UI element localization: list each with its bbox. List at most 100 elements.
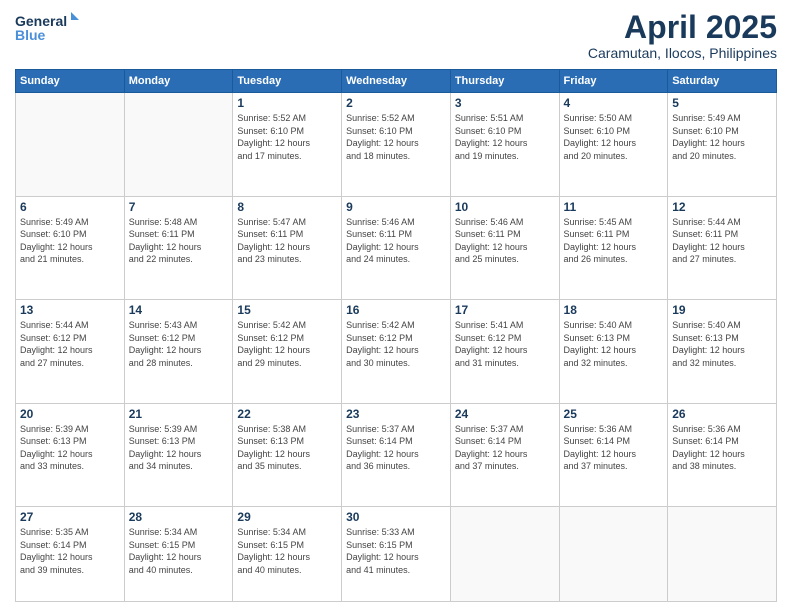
col-header-tuesday: Tuesday bbox=[233, 70, 342, 93]
day-number: 24 bbox=[455, 407, 555, 421]
col-header-sunday: Sunday bbox=[16, 70, 125, 93]
day-detail: Sunrise: 5:36 AM Sunset: 6:14 PM Dayligh… bbox=[564, 423, 664, 473]
calendar-cell: 16 Sunrise: 5:42 AM Sunset: 6:12 PM Dayli… bbox=[342, 300, 451, 403]
day-detail: Sunrise: 5:39 AM Sunset: 6:13 PM Dayligh… bbox=[129, 423, 229, 473]
calendar-cell: 21 Sunrise: 5:39 AM Sunset: 6:13 PM Dayli… bbox=[124, 403, 233, 506]
day-number: 30 bbox=[346, 510, 446, 524]
col-header-wednesday: Wednesday bbox=[342, 70, 451, 93]
calendar-cell: 27 Sunrise: 5:35 AM Sunset: 6:14 PM Dayli… bbox=[16, 507, 125, 602]
day-detail: Sunrise: 5:35 AM Sunset: 6:14 PM Dayligh… bbox=[20, 526, 120, 576]
calendar-cell bbox=[559, 507, 668, 602]
day-detail: Sunrise: 5:40 AM Sunset: 6:13 PM Dayligh… bbox=[564, 319, 664, 369]
location: Caramutan, Ilocos, Philippines bbox=[588, 45, 777, 61]
day-number: 2 bbox=[346, 96, 446, 110]
day-number: 6 bbox=[20, 200, 120, 214]
day-number: 19 bbox=[672, 303, 772, 317]
calendar-cell: 30 Sunrise: 5:33 AM Sunset: 6:15 PM Dayli… bbox=[342, 507, 451, 602]
calendar-cell: 3 Sunrise: 5:51 AM Sunset: 6:10 PM Daylig… bbox=[450, 93, 559, 196]
day-number: 5 bbox=[672, 96, 772, 110]
day-detail: Sunrise: 5:49 AM Sunset: 6:10 PM Dayligh… bbox=[672, 112, 772, 162]
day-detail: Sunrise: 5:51 AM Sunset: 6:10 PM Dayligh… bbox=[455, 112, 555, 162]
day-detail: Sunrise: 5:37 AM Sunset: 6:14 PM Dayligh… bbox=[346, 423, 446, 473]
day-detail: Sunrise: 5:40 AM Sunset: 6:13 PM Dayligh… bbox=[672, 319, 772, 369]
col-header-thursday: Thursday bbox=[450, 70, 559, 93]
calendar-cell: 7Sunrise: 5:48 AM Sunset: 6:11 PM Daylig… bbox=[124, 196, 233, 299]
day-detail: Sunrise: 5:37 AM Sunset: 6:14 PM Dayligh… bbox=[455, 423, 555, 473]
logo: GeneralBlue bbox=[15, 10, 80, 48]
day-number: 8 bbox=[237, 200, 337, 214]
calendar-cell bbox=[124, 93, 233, 196]
day-detail: Sunrise: 5:44 AM Sunset: 6:12 PM Dayligh… bbox=[20, 319, 120, 369]
day-number: 13 bbox=[20, 303, 120, 317]
day-detail: Sunrise: 5:42 AM Sunset: 6:12 PM Dayligh… bbox=[237, 319, 337, 369]
calendar-cell: 11 Sunrise: 5:45 AM Sunset: 6:11 PM Dayli… bbox=[559, 196, 668, 299]
day-detail: Sunrise: 5:52 AM Sunset: 6:10 PM Dayligh… bbox=[346, 112, 446, 162]
calendar-cell: 22 Sunrise: 5:38 AM Sunset: 6:13 PM Dayli… bbox=[233, 403, 342, 506]
day-number: 29 bbox=[237, 510, 337, 524]
day-number: 7 bbox=[129, 200, 229, 214]
calendar-cell: 6 Sunrise: 5:49 AM Sunset: 6:10 PM Daylig… bbox=[16, 196, 125, 299]
day-detail: Sunrise: 5:43 AM Sunset: 6:12 PM Dayligh… bbox=[129, 319, 229, 369]
day-detail: Sunrise: 5:46 AM Sunset: 6:11 PM Dayligh… bbox=[455, 216, 555, 266]
col-header-friday: Friday bbox=[559, 70, 668, 93]
day-number: 4 bbox=[564, 96, 664, 110]
day-detail: Sunrise: 5:44 AM Sunset: 6:11 PM Dayligh… bbox=[672, 216, 772, 266]
col-header-saturday: Saturday bbox=[668, 70, 777, 93]
calendar-table: SundayMondayTuesdayWednesdayThursdayFrid… bbox=[15, 69, 777, 602]
calendar-cell: 24 Sunrise: 5:37 AM Sunset: 6:14 PM Dayli… bbox=[450, 403, 559, 506]
logo-svg: GeneralBlue bbox=[15, 10, 80, 48]
day-number: 18 bbox=[564, 303, 664, 317]
day-number: 10 bbox=[455, 200, 555, 214]
calendar-cell bbox=[668, 507, 777, 602]
page: GeneralBlue April 2025 Caramutan, Ilocos… bbox=[0, 0, 792, 612]
calendar-cell: 5 Sunrise: 5:49 AM Sunset: 6:10 PM Daylig… bbox=[668, 93, 777, 196]
day-number: 16 bbox=[346, 303, 446, 317]
day-number: 9 bbox=[346, 200, 446, 214]
day-detail: Sunrise: 5:36 AM Sunset: 6:14 PM Dayligh… bbox=[672, 423, 772, 473]
calendar-cell: 19 Sunrise: 5:40 AM Sunset: 6:13 PM Dayli… bbox=[668, 300, 777, 403]
svg-text:Blue: Blue bbox=[15, 27, 46, 43]
day-number: 11 bbox=[564, 200, 664, 214]
day-number: 21 bbox=[129, 407, 229, 421]
day-detail: Sunrise: 5:50 AM Sunset: 6:10 PM Dayligh… bbox=[564, 112, 664, 162]
day-detail: Sunrise: 5:34 AM Sunset: 6:15 PM Dayligh… bbox=[129, 526, 229, 576]
calendar-cell: 25Sunrise: 5:36 AM Sunset: 6:14 PM Dayli… bbox=[559, 403, 668, 506]
calendar-cell: 26 Sunrise: 5:36 AM Sunset: 6:14 PM Dayli… bbox=[668, 403, 777, 506]
day-number: 1 bbox=[237, 96, 337, 110]
calendar-cell: 14 Sunrise: 5:43 AM Sunset: 6:12 PM Dayli… bbox=[124, 300, 233, 403]
calendar-cell: 13 Sunrise: 5:44 AM Sunset: 6:12 PM Dayli… bbox=[16, 300, 125, 403]
day-detail: Sunrise: 5:45 AM Sunset: 6:11 PM Dayligh… bbox=[564, 216, 664, 266]
day-detail: Sunrise: 5:38 AM Sunset: 6:13 PM Dayligh… bbox=[237, 423, 337, 473]
calendar-cell: 17 Sunrise: 5:41 AM Sunset: 6:12 PM Dayli… bbox=[450, 300, 559, 403]
calendar-cell: 23Sunrise: 5:37 AM Sunset: 6:14 PM Dayli… bbox=[342, 403, 451, 506]
day-detail: Sunrise: 5:49 AM Sunset: 6:10 PM Dayligh… bbox=[20, 216, 120, 266]
day-number: 28 bbox=[129, 510, 229, 524]
day-number: 26 bbox=[672, 407, 772, 421]
day-detail: Sunrise: 5:33 AM Sunset: 6:15 PM Dayligh… bbox=[346, 526, 446, 576]
calendar-cell: 2 Sunrise: 5:52 AM Sunset: 6:10 PM Daylig… bbox=[342, 93, 451, 196]
day-detail: Sunrise: 5:34 AM Sunset: 6:15 PM Dayligh… bbox=[237, 526, 337, 576]
calendar-cell: 29 Sunrise: 5:34 AM Sunset: 6:15 PM Dayli… bbox=[233, 507, 342, 602]
day-detail: Sunrise: 5:42 AM Sunset: 6:12 PM Dayligh… bbox=[346, 319, 446, 369]
day-detail: Sunrise: 5:46 AM Sunset: 6:11 PM Dayligh… bbox=[346, 216, 446, 266]
day-number: 22 bbox=[237, 407, 337, 421]
day-number: 3 bbox=[455, 96, 555, 110]
day-number: 17 bbox=[455, 303, 555, 317]
calendar-cell: 12 Sunrise: 5:44 AM Sunset: 6:11 PM Dayli… bbox=[668, 196, 777, 299]
col-header-monday: Monday bbox=[124, 70, 233, 93]
day-number: 12 bbox=[672, 200, 772, 214]
calendar-cell: 15Sunrise: 5:42 AM Sunset: 6:12 PM Dayli… bbox=[233, 300, 342, 403]
day-number: 20 bbox=[20, 407, 120, 421]
calendar-cell: 20 Sunrise: 5:39 AM Sunset: 6:13 PM Dayli… bbox=[16, 403, 125, 506]
day-detail: Sunrise: 5:39 AM Sunset: 6:13 PM Dayligh… bbox=[20, 423, 120, 473]
day-detail: Sunrise: 5:41 AM Sunset: 6:12 PM Dayligh… bbox=[455, 319, 555, 369]
month-title: April 2025 bbox=[588, 10, 777, 45]
day-detail: Sunrise: 5:47 AM Sunset: 6:11 PM Dayligh… bbox=[237, 216, 337, 266]
calendar-cell bbox=[450, 507, 559, 602]
calendar-cell: 18 Sunrise: 5:40 AM Sunset: 6:13 PM Dayli… bbox=[559, 300, 668, 403]
calendar-cell: 28 Sunrise: 5:34 AM Sunset: 6:15 PM Dayli… bbox=[124, 507, 233, 602]
calendar-cell: 10 Sunrise: 5:46 AM Sunset: 6:11 PM Dayli… bbox=[450, 196, 559, 299]
day-number: 14 bbox=[129, 303, 229, 317]
day-number: 27 bbox=[20, 510, 120, 524]
calendar-cell: 8 Sunrise: 5:47 AM Sunset: 6:11 PM Daylig… bbox=[233, 196, 342, 299]
